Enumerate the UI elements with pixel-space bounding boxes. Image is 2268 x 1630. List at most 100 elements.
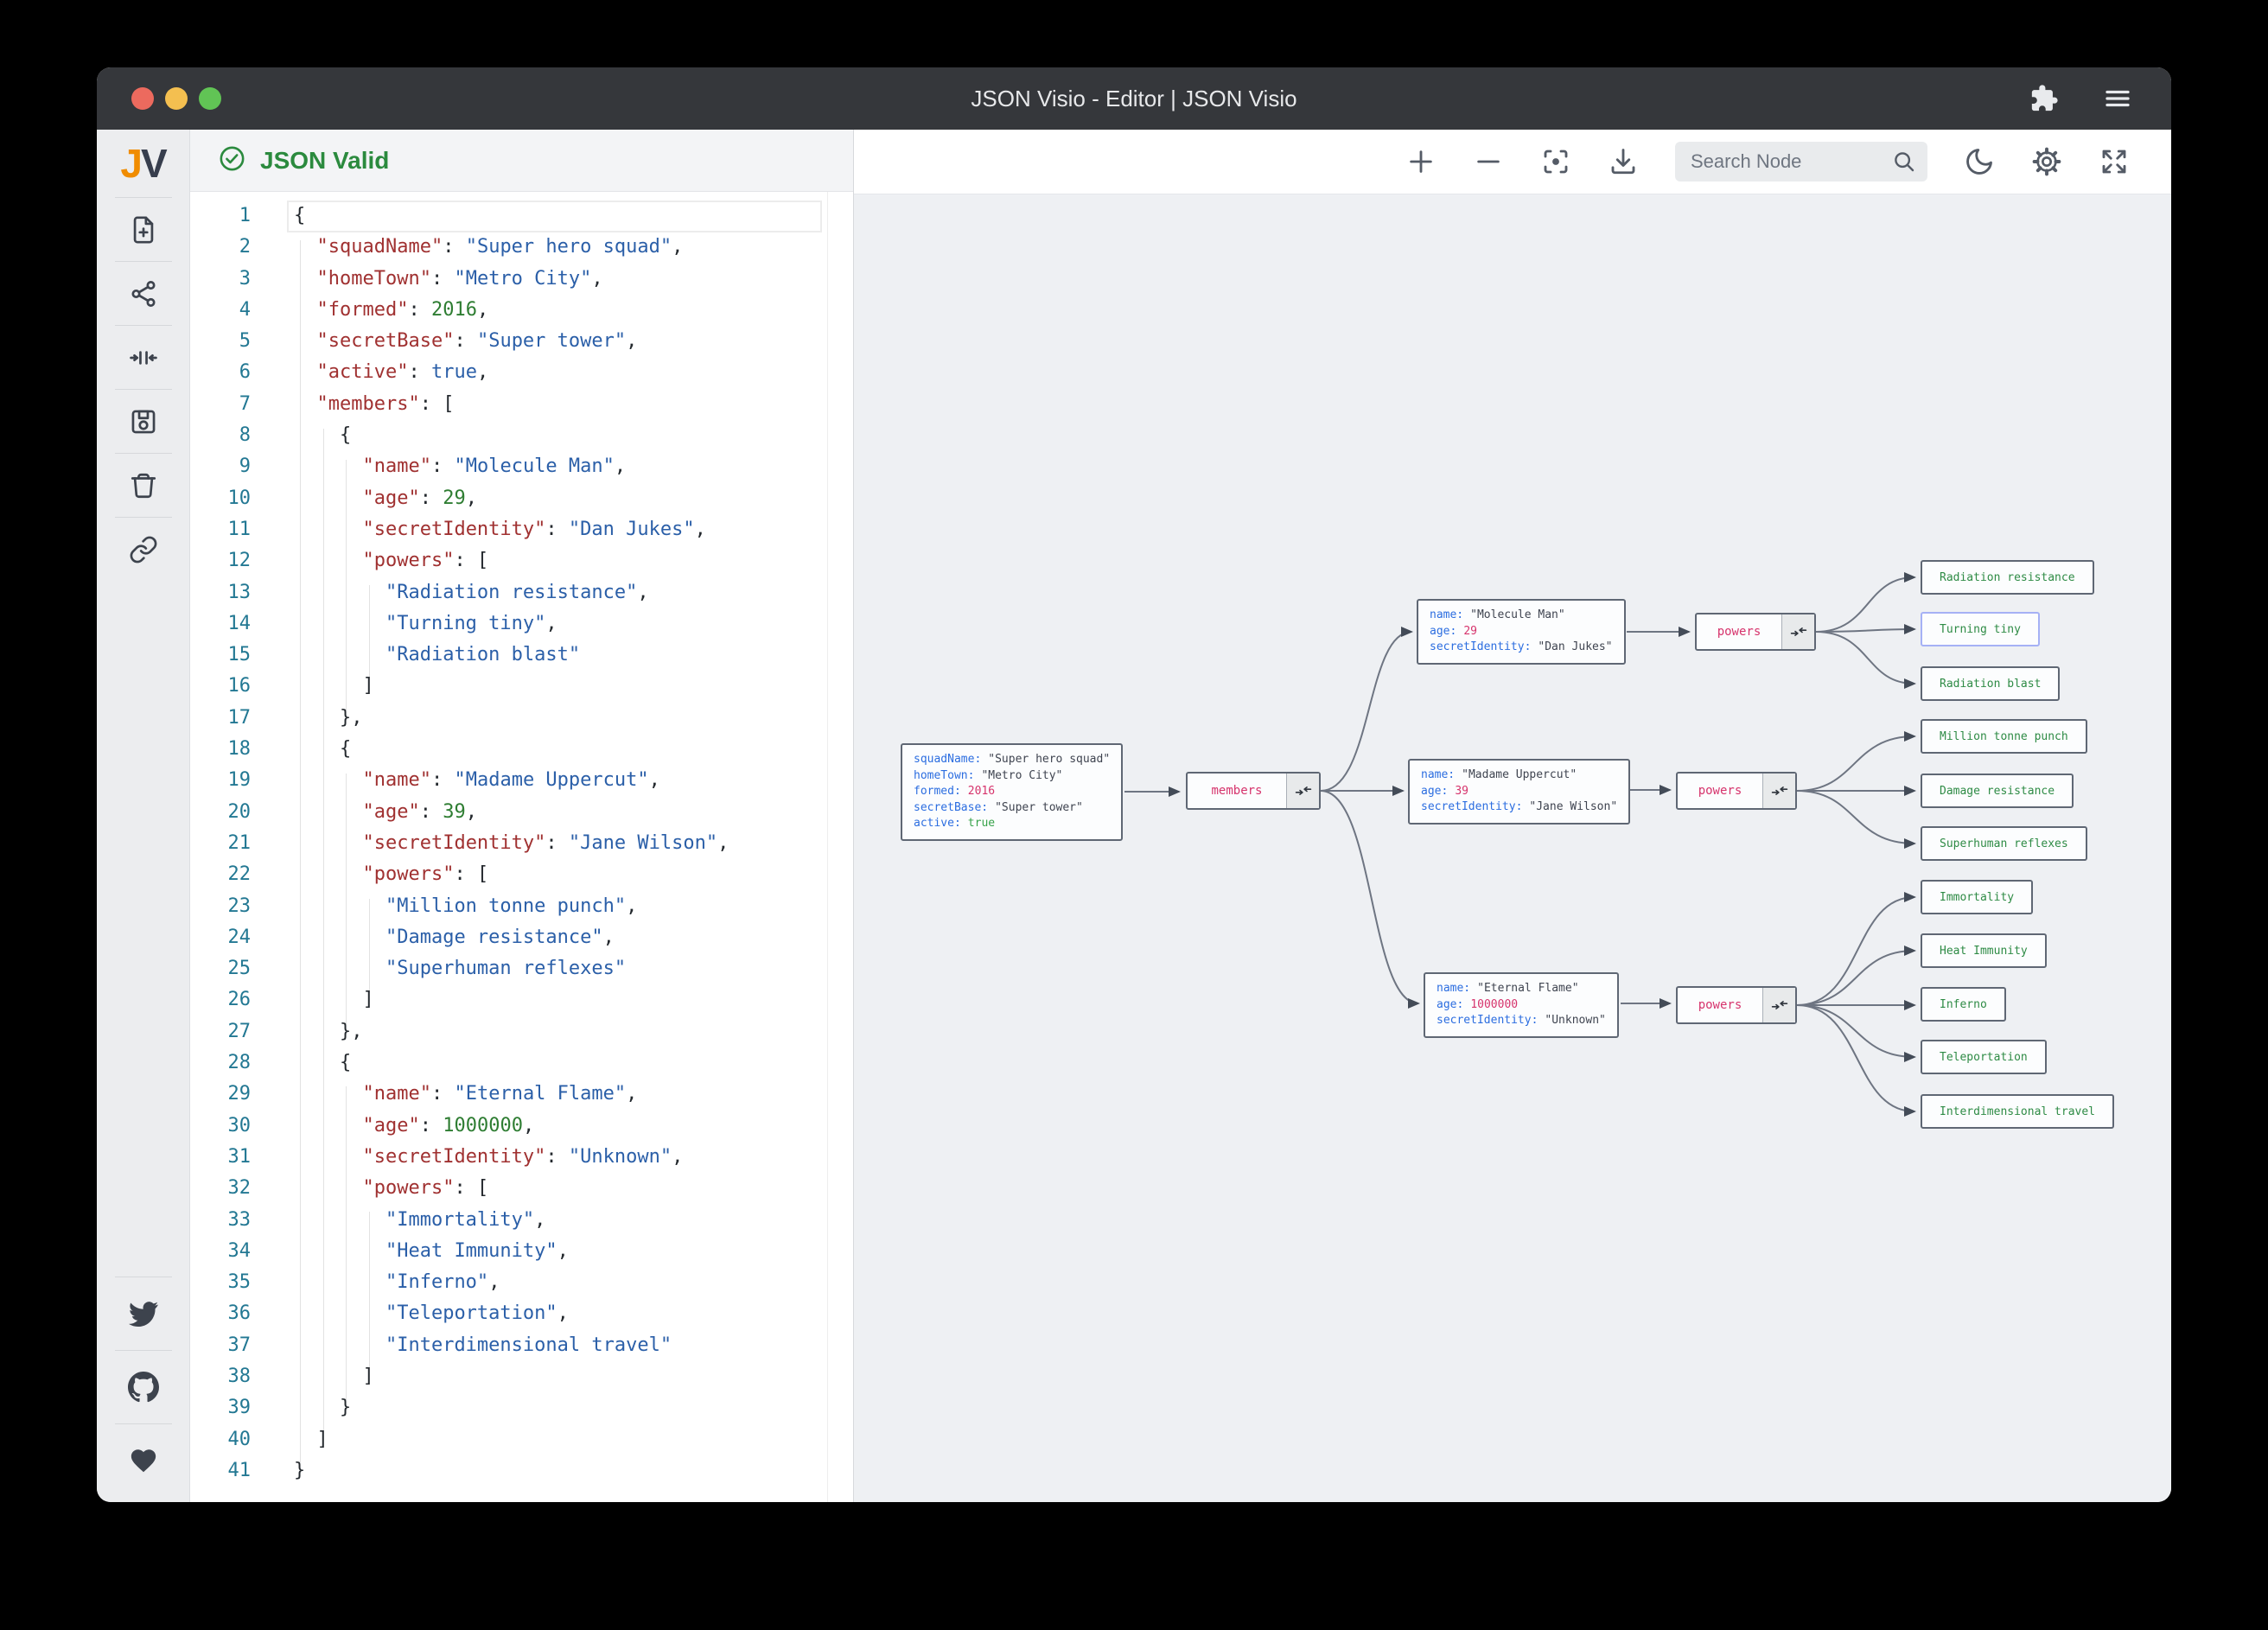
code-line[interactable]: 21 "secretIdentity": "Jane Wilson",	[190, 828, 853, 859]
graph-canvas[interactable]: squadName: "Super hero squad" homeTown: "M…	[854, 194, 2171, 1502]
node-leaf[interactable]: Immortality	[1921, 880, 2034, 914]
code-line[interactable]: 38 ]	[190, 1361, 853, 1392]
sponsor-heart-icon[interactable]	[97, 1424, 189, 1497]
code-line[interactable]: 40 ]	[190, 1424, 853, 1455]
code-line[interactable]: 9 "name": "Molecule Man",	[190, 451, 853, 482]
code-line[interactable]: 11 "secretIdentity": "Dan Jukes",	[190, 514, 853, 545]
zoom-in-icon[interactable]	[1405, 146, 1437, 177]
node-leaf[interactable]: Teleportation	[1921, 1040, 2047, 1074]
fullscreen-icon[interactable]	[2099, 146, 2130, 177]
code-line[interactable]: 28 {	[190, 1047, 853, 1079]
code-line[interactable]: 7 "members": [	[190, 389, 853, 420]
download-icon[interactable]	[1608, 146, 1639, 177]
editor-lines: 1{2 "squadName": "Super hero squad", 3 "h…	[190, 201, 853, 1487]
editor-scrollbar[interactable]	[827, 192, 828, 1502]
settings-gear-icon[interactable]	[2031, 146, 2062, 177]
node-members-array[interactable]: members	[1186, 772, 1321, 810]
center-view-icon[interactable]	[97, 326, 189, 389]
code-line[interactable]: 26 ]	[190, 984, 853, 1016]
node-row: active: true	[914, 817, 996, 830]
node-member-2[interactable]: name: "Eternal Flame" age: 1000000 secretI…	[1424, 972, 1619, 1038]
line-number: 14	[227, 612, 252, 634]
code-line[interactable]: 10 "age": 29,	[190, 483, 853, 514]
line-number: 41	[227, 1459, 252, 1481]
search-node-input[interactable]	[1675, 142, 1927, 181]
graph-panel: squadName:"Super hero squad" homeTown:"M…	[854, 130, 2171, 1502]
link-icon[interactable]	[97, 518, 189, 581]
node-leaf[interactable]: Heat Immunity	[1921, 933, 2047, 968]
node-leaf-highlighted[interactable]: Turning tiny	[1921, 612, 2040, 646]
node-member-1[interactable]: name: "Madame Uppercut" age: 39 secretIden…	[1408, 759, 1631, 825]
code-line[interactable]: 39 }	[190, 1392, 853, 1423]
collapse-node-icon[interactable]	[1781, 614, 1814, 649]
code-line[interactable]: 41}	[190, 1455, 853, 1487]
node-leaf[interactable]: Radiation blast	[1921, 666, 2061, 701]
code-line[interactable]: 5 "secretBase": "Super tower",	[190, 326, 853, 357]
code-editor[interactable]: 1{2 "squadName": "Super hero squad", 3 "h…	[190, 192, 853, 1502]
extension-puzzle-icon[interactable]	[2029, 84, 2059, 113]
delete-icon[interactable]	[97, 454, 189, 517]
collapse-node-icon[interactable]	[1762, 774, 1795, 808]
node-leaf[interactable]: Interdimensional travel	[1921, 1094, 2115, 1129]
code-line[interactable]: 13 "Radiation resistance",	[190, 577, 853, 608]
code-line[interactable]: 34 "Heat Immunity",	[190, 1236, 853, 1267]
code-line[interactable]: 24 "Damage resistance",	[190, 922, 853, 953]
code-line[interactable]: 3 "homeTown": "Metro City",	[190, 264, 853, 295]
search-icon[interactable]	[1891, 149, 1917, 179]
code-line[interactable]: 33 "Immortality",	[190, 1205, 853, 1236]
code-line[interactable]: 4 "formed": 2016,	[190, 295, 853, 326]
twitter-icon[interactable]	[97, 1277, 189, 1350]
menu-icon[interactable]	[2102, 83, 2133, 114]
code-line[interactable]: 18 {	[190, 734, 853, 765]
line-number: 5	[239, 330, 251, 353]
line-number: 4	[239, 298, 251, 321]
line-number: 31	[227, 1145, 252, 1168]
node-member-0[interactable]: name: "Molecule Man" age: 29 secretIdentit…	[1417, 599, 1626, 665]
collapse-node-icon[interactable]	[1762, 988, 1795, 1022]
code-line[interactable]: 32 "powers": [	[190, 1173, 853, 1204]
code-line[interactable]: 17 },	[190, 703, 853, 734]
node-leaf[interactable]: Million tonne punch	[1921, 719, 2087, 754]
code-line[interactable]: 35 "Inferno",	[190, 1267, 853, 1298]
dark-mode-moon-icon[interactable]	[1964, 146, 1995, 177]
node-leaf[interactable]: Damage resistance	[1921, 774, 2074, 808]
code-line[interactable]: 22 "powers": [	[190, 859, 853, 890]
app-logo[interactable]: JV	[120, 130, 167, 197]
node-leaf[interactable]: Radiation resistance	[1921, 560, 2094, 595]
node-powers-array-1[interactable]: powers	[1676, 772, 1797, 810]
line-number: 17	[227, 706, 252, 729]
code-line[interactable]: 29 "name": "Eternal Flame",	[190, 1079, 853, 1110]
node-leaf[interactable]: Superhuman reflexes	[1921, 826, 2087, 861]
node-root-object[interactable]: squadName: "Super hero squad" homeTown: "M…	[901, 743, 1124, 841]
zoom-out-icon[interactable]	[1473, 146, 1504, 177]
code-line[interactable]: 25 "Superhuman reflexes"	[190, 953, 853, 984]
code-line[interactable]: 16 ]	[190, 671, 853, 702]
node-row: secretIdentity: "Unknown"	[1437, 1014, 1606, 1027]
new-document-icon[interactable]	[97, 198, 189, 261]
code-line[interactable]: 12 "powers": [	[190, 545, 853, 576]
save-icon[interactable]	[97, 390, 189, 453]
code-line[interactable]: 27 },	[190, 1016, 853, 1047]
collapse-node-icon[interactable]	[1286, 774, 1319, 808]
center-focus-icon[interactable]	[1540, 146, 1571, 177]
code-line[interactable]: 1{	[190, 201, 853, 232]
node-powers-array-2[interactable]: powers	[1676, 986, 1797, 1024]
code-line[interactable]: 14 "Turning tiny",	[190, 608, 853, 640]
node-leaf[interactable]: Inferno	[1921, 987, 2006, 1022]
code-line[interactable]: 31 "secretIdentity": "Unknown",	[190, 1142, 853, 1173]
code-line[interactable]: 36 "Teleportation",	[190, 1298, 853, 1329]
code-line[interactable]: 30 "age": 1000000,	[190, 1111, 853, 1142]
github-icon[interactable]	[97, 1351, 189, 1423]
code-line[interactable]: 19 "name": "Madame Uppercut",	[190, 765, 853, 796]
code-line[interactable]: 23 "Million tonne punch",	[190, 891, 853, 922]
code-line[interactable]: 37 "Interdimensional travel"	[190, 1330, 853, 1361]
node-powers-array-0[interactable]: powers	[1695, 613, 1816, 651]
share-graph-icon[interactable]	[97, 262, 189, 325]
code-line[interactable]: 20 "age": 39,	[190, 797, 853, 828]
code-line[interactable]: 8 {	[190, 420, 853, 451]
code-line[interactable]: 15 "Radiation blast"	[190, 640, 853, 671]
line-number: 24	[227, 926, 252, 948]
json-valid-status: JSON Valid	[260, 146, 390, 174]
code-line[interactable]: 6 "active": true,	[190, 357, 853, 388]
code-line[interactable]: 2 "squadName": "Super hero squad",	[190, 232, 853, 263]
